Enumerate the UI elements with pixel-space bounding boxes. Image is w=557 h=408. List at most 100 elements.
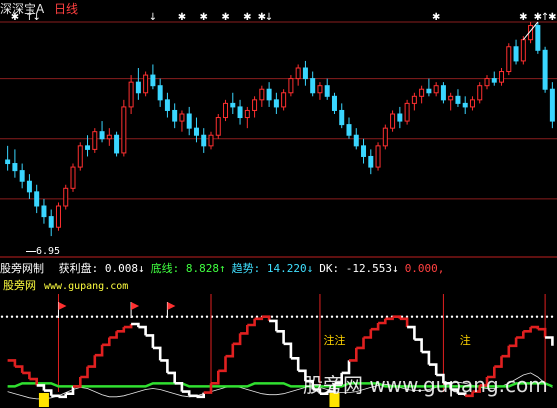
indicator-name: 股旁网制 [0, 262, 44, 275]
top-down-arrow: ↓ [265, 12, 273, 23]
profit-red-segment [232, 333, 242, 346]
profit-red-segment [523, 327, 532, 333]
indicator-item: DK: -12.553↓ [319, 262, 399, 275]
dotted-level-dot [335, 315, 339, 318]
dotted-level-dot [230, 315, 234, 318]
top-star-marker: ✱ [548, 12, 556, 23]
dotted-level-dot [245, 315, 249, 318]
top-star-marker: ✱ [221, 12, 229, 23]
candle-body [252, 99, 258, 111]
candle-body [273, 99, 279, 108]
dotted-level-dot [530, 315, 534, 318]
trend-white-segment [290, 357, 300, 371]
candle-body [506, 46, 512, 73]
dotted-level-dot [550, 315, 554, 318]
candle-body [440, 85, 446, 101]
dotted-level-dot [450, 315, 454, 318]
trend-white-segment [269, 319, 278, 332]
dotted-level-dot [380, 315, 384, 318]
dotted-level-dot [175, 315, 179, 318]
candle-body [63, 187, 69, 207]
trend-white-segment [181, 390, 191, 396]
candle-body [491, 78, 497, 83]
candle-body [368, 155, 374, 168]
candle-body [114, 134, 120, 154]
dotted-level-dot [520, 315, 524, 318]
candle-body [157, 85, 163, 101]
dotted-level-dot [350, 315, 354, 318]
dotted-level-dot [505, 315, 509, 318]
dotted-level-dot [270, 315, 274, 318]
dotted-level-dot [25, 315, 29, 318]
candle-body [201, 134, 207, 147]
top-star-marker: ✱ [200, 12, 208, 23]
candle-body [302, 67, 308, 80]
candle-body [339, 109, 345, 126]
candle-body [266, 88, 272, 101]
candle-body [462, 102, 468, 108]
dotted-level-dot [410, 315, 414, 318]
dotted-level-dot [105, 315, 109, 318]
indicator-item: 获利盘: 0.008↓ [58, 262, 145, 275]
dotted-level-dot [490, 315, 494, 318]
candle-body [259, 88, 265, 101]
profit-red-segment [102, 337, 111, 347]
dotted-level-dot [225, 315, 229, 318]
candle-body [150, 74, 156, 87]
profit-red-segment [203, 383, 213, 394]
dotted-level-dot [280, 315, 284, 318]
dotted-level-dot [415, 315, 419, 318]
dotted-level-dot [300, 315, 304, 318]
candle-body [411, 95, 417, 104]
candle-body [281, 92, 287, 108]
dotted-level-dot [35, 315, 39, 318]
dotted-level-dot [290, 315, 294, 318]
candle-body [186, 113, 192, 129]
low-price-label: 6.95 [36, 246, 61, 257]
red-flag [131, 302, 140, 310]
profit-red-segment [218, 356, 227, 373]
indicator-item: 0.000, [404, 262, 445, 275]
dotted-level-dot [425, 315, 429, 318]
dotted-level-dot [310, 315, 314, 318]
profit-red-segment [356, 337, 365, 350]
dotted-level-dot [250, 315, 254, 318]
candle-body [77, 145, 83, 168]
site-name: 股旁网 [3, 279, 36, 292]
candle-body [34, 191, 40, 207]
candle-body [12, 163, 18, 172]
trend-white-segment [167, 371, 176, 384]
profit-red-segment [94, 344, 104, 357]
yellow-buy-marker [38, 393, 49, 407]
dotted-level-dot [460, 315, 464, 318]
red-flag [167, 302, 176, 310]
top-star-marker: ✱ [243, 12, 251, 23]
profit-red-segment [225, 343, 235, 358]
price-chart[interactable]: ✱✱✱✱✱✱✱✱✱✱✱↑↑↓↓↓ [0, 0, 557, 258]
dotted-level-dot [515, 315, 519, 318]
candle-body [237, 106, 243, 119]
candle-body [223, 102, 229, 119]
dotted-level-dot [40, 315, 44, 318]
period-label[interactable]: 日线 [54, 2, 78, 16]
trend-white-segment [145, 334, 155, 348]
dotted-level-dot [435, 315, 439, 318]
dotted-level-dot [475, 315, 479, 318]
dotted-level-dot [275, 315, 279, 318]
yellow-signal-label: 注注 [323, 333, 345, 347]
dotted-level-dot [440, 315, 444, 318]
dotted-level-dot [150, 315, 154, 318]
dotted-level-dot [445, 315, 449, 318]
indicator-item: 底线: 8.828↑ [150, 262, 226, 275]
dotted-level-dot [200, 315, 204, 318]
top-up-arrow: ↑ [541, 12, 549, 23]
dotted-level-dot [75, 315, 79, 318]
dotted-level-dot [115, 315, 119, 318]
dotted-level-dot [375, 315, 379, 318]
dotted-level-dot [0, 315, 4, 318]
candle-body [426, 88, 432, 94]
profit-red-segment [87, 355, 97, 368]
dotted-level-dot [65, 315, 69, 318]
dotted-level-dot [205, 315, 209, 318]
dotted-level-dot [110, 315, 114, 318]
